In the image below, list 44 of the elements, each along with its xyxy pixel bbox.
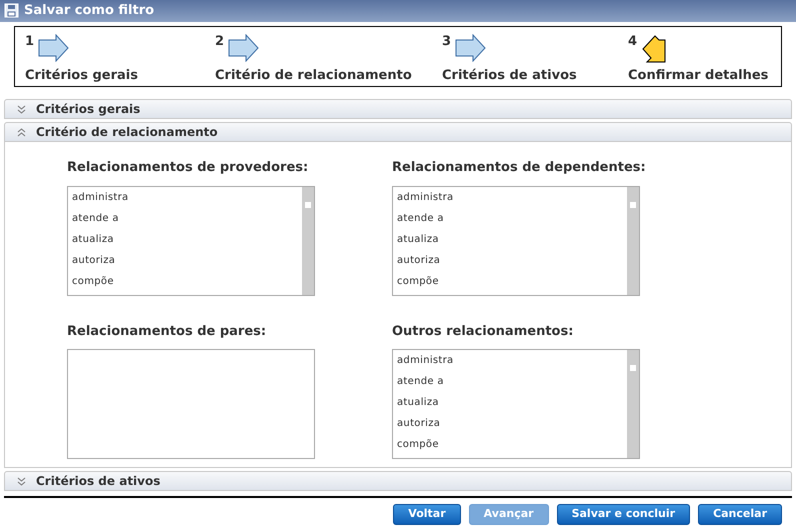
list-box[interactable]: administra atende a atualiza autoriza compõe xyxy=(392,349,640,459)
list-item[interactable]: atualiza xyxy=(397,232,627,252)
list-item[interactable]: autoriza xyxy=(72,252,302,274)
wizard-button[interactable]: Cancelar xyxy=(698,504,782,525)
list-item[interactable]: autoriza xyxy=(397,252,627,274)
list-item[interactable]: administra xyxy=(397,190,627,210)
list-item[interactable]: autoriza xyxy=(397,416,627,437)
wizard-button[interactable]: Voltar xyxy=(393,504,461,525)
window-title: Salvar como filtro xyxy=(24,2,154,20)
list-label: Relacionamentos de provedores: xyxy=(67,159,310,177)
scroll-bar[interactable] xyxy=(627,350,639,458)
step-label[interactable]: Critérios de ativos xyxy=(442,66,622,86)
list-item[interactable]: atende a xyxy=(72,210,302,232)
section-header[interactable]: Critérios de ativos xyxy=(4,471,792,491)
list-box[interactable] xyxy=(67,349,315,459)
list-item[interactable]: atende a xyxy=(397,374,627,395)
section-header[interactable]: Critério de relacionamento xyxy=(4,122,792,142)
list-box[interactable]: administra atende a atualiza autoriza compõe xyxy=(67,186,315,296)
list-item[interactable]: compõe xyxy=(397,437,627,458)
section-title: Critério de relacionamento xyxy=(36,124,218,141)
step-number: 1 xyxy=(25,34,34,50)
list-item[interactable]: atualiza xyxy=(72,232,302,252)
list-label: Relacionamentos de dependentes: xyxy=(392,159,642,177)
list-box[interactable]: administra atende a atualiza autoriza compõe xyxy=(392,186,640,296)
section-title: Critérios de ativos xyxy=(36,473,160,490)
step-number: 3 xyxy=(442,34,452,50)
list-label: Relacionamentos de pares: xyxy=(67,322,268,340)
step-label[interactable]: Critérios gerais xyxy=(25,66,205,86)
section-header[interactable]: Critérios gerais xyxy=(4,99,792,119)
step-number: 2 xyxy=(215,34,224,50)
section-title: Critérios gerais xyxy=(36,101,140,118)
wizard-button[interactable]: Salvar e concluir xyxy=(556,504,690,525)
step-label[interactable]: Confirmar detalhes xyxy=(628,66,781,86)
list-item[interactable]: atualiza xyxy=(397,395,627,416)
list-item[interactable]: compõe xyxy=(397,274,627,294)
scroll-bar[interactable] xyxy=(302,186,314,294)
list-label: Outros relacionamentos: xyxy=(392,322,574,340)
step-number: 4 xyxy=(628,34,638,50)
list-item[interactable]: administra xyxy=(397,353,627,374)
list-item[interactable]: compõe xyxy=(72,274,302,294)
scroll-bar[interactable] xyxy=(627,186,639,294)
step-label[interactable]: Critério de relacionamento xyxy=(215,66,432,86)
list-item[interactable]: administra xyxy=(72,190,302,210)
list-item[interactable]: atende a xyxy=(397,210,627,232)
